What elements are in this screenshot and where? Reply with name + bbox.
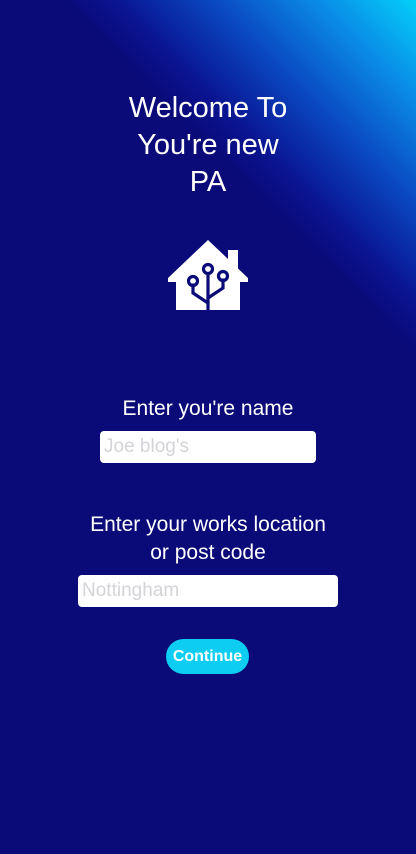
home-assistant-house-icon — [168, 240, 248, 314]
location-label-line-1: Enter your works location — [90, 513, 326, 536]
name-input[interactable] — [100, 431, 316, 463]
location-label: Enter your works location or post code — [0, 511, 416, 567]
name-label: Enter you're name — [0, 395, 416, 423]
location-label-line-2: or post code — [150, 541, 266, 564]
welcome-title-line-2: You're new — [137, 129, 279, 161]
name-label-text: Enter you're name — [122, 397, 294, 420]
welcome-title-line-1: Welcome To — [128, 92, 288, 124]
location-input[interactable] — [78, 575, 338, 607]
welcome-title-line-3: PA — [189, 166, 227, 198]
continue-button[interactable]: Continue — [166, 639, 249, 674]
welcome-title: Welcome To You're new PA — [0, 90, 416, 201]
